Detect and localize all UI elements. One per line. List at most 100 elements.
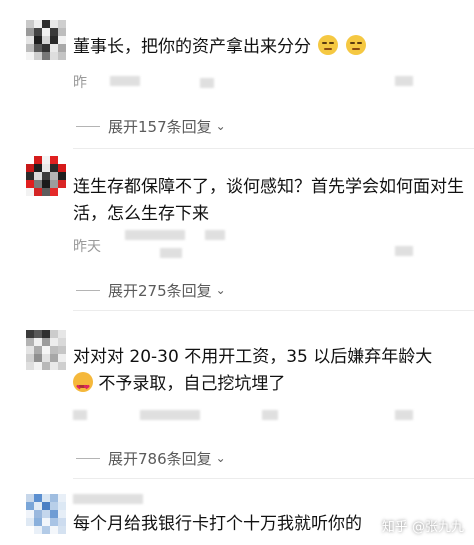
avatar-pixel bbox=[42, 180, 50, 188]
avatar-pixel bbox=[26, 354, 34, 362]
avatar-pixel bbox=[42, 44, 50, 52]
blurred-meta bbox=[140, 410, 200, 420]
avatar-pixel bbox=[26, 52, 34, 60]
avatar-pixel bbox=[42, 164, 50, 172]
divider bbox=[73, 310, 474, 311]
avatar-pixel bbox=[50, 338, 58, 346]
expand-replies-button[interactable]: 展开786条回复 ⌄ bbox=[76, 448, 226, 469]
avatar-pixel bbox=[34, 52, 42, 60]
avatar-pixel bbox=[42, 52, 50, 60]
expand-replies-label: 展开275条回复 bbox=[108, 282, 212, 300]
heart-eyes-emoji-icon bbox=[73, 372, 93, 401]
avatar-pixel bbox=[50, 44, 58, 52]
avatar-pixel bbox=[42, 526, 50, 534]
avatar-pixel bbox=[34, 180, 42, 188]
avatar-pixel bbox=[50, 36, 58, 44]
chevron-down-icon: ⌄ bbox=[215, 450, 226, 465]
expand-line bbox=[76, 458, 100, 459]
avatar-pixel bbox=[34, 156, 42, 164]
avatar-pixel bbox=[50, 28, 58, 36]
avatar-pixel bbox=[58, 36, 66, 44]
expand-replies-label: 展开786条回复 bbox=[108, 450, 212, 468]
avatar-pixel bbox=[50, 362, 58, 370]
avatar-pixel bbox=[58, 180, 66, 188]
avatar-pixel bbox=[26, 346, 34, 354]
blurred-meta bbox=[262, 410, 278, 420]
avatar-pixel bbox=[58, 156, 66, 164]
avatar-pixel bbox=[34, 330, 42, 338]
avatar-pixel bbox=[58, 494, 66, 502]
chevron-down-icon: ⌄ bbox=[215, 282, 226, 297]
avatar-pixel bbox=[34, 20, 42, 28]
avatar-pixel bbox=[50, 330, 58, 338]
comment-item: 连生存都保障不了，谈何感知？首先学会如何面对生活，怎么生存下来 昨天 展开275… bbox=[0, 150, 474, 300]
avatar-pixel bbox=[34, 354, 42, 362]
blurred-meta bbox=[125, 230, 185, 240]
expand-line bbox=[76, 126, 100, 127]
comment-item: 董事长，把你的资产拿出来分分 昨 展开157条回复 ⌄ bbox=[0, 0, 474, 140]
avatar-pixel bbox=[58, 330, 66, 338]
avatar-pixel bbox=[50, 526, 58, 534]
blurred-meta bbox=[110, 76, 140, 86]
comment-body-line-2: 不予录取，自己挖坑埋了 bbox=[73, 371, 465, 401]
avatar-pixel bbox=[42, 502, 50, 510]
avatar-pixel bbox=[50, 164, 58, 172]
avatar-pixel bbox=[42, 354, 50, 362]
avatar-pixel bbox=[26, 172, 34, 180]
blurred-meta bbox=[205, 230, 225, 240]
avatar-pixel bbox=[50, 494, 58, 502]
avatar-pixel bbox=[26, 518, 34, 526]
comment-body: 董事长，把你的资产拿出来分分 bbox=[73, 37, 311, 57]
avatar-pixel bbox=[42, 510, 50, 518]
avatar-pixel bbox=[58, 52, 66, 60]
avatar-pixel bbox=[34, 164, 42, 172]
avatar-pixel bbox=[58, 338, 66, 346]
avatar-pixel bbox=[58, 526, 66, 534]
comment-time: 昨 bbox=[73, 75, 87, 91]
blurred-meta bbox=[200, 78, 214, 88]
avatar-pixel bbox=[42, 338, 50, 346]
avatar-pixel bbox=[42, 362, 50, 370]
avatar[interactable] bbox=[26, 20, 66, 60]
avatar-pixel bbox=[58, 172, 66, 180]
expand-replies-button[interactable]: 展开275条回复 ⌄ bbox=[76, 280, 226, 301]
avatar-pixel bbox=[58, 44, 66, 52]
chevron-down-icon: ⌄ bbox=[215, 118, 226, 133]
avatar-pixel bbox=[50, 20, 58, 28]
avatar-pixel bbox=[42, 346, 50, 354]
avatar-pixel bbox=[34, 346, 42, 354]
avatar-pixel bbox=[42, 330, 50, 338]
avatar-pixel bbox=[58, 362, 66, 370]
avatar[interactable] bbox=[26, 494, 66, 534]
avatar-pixel bbox=[42, 20, 50, 28]
avatar-pixel bbox=[26, 330, 34, 338]
blurred-meta bbox=[395, 410, 413, 420]
avatar-pixel bbox=[50, 518, 58, 526]
divider bbox=[73, 148, 474, 149]
comment-text: 董事长，把你的资产拿出来分分 bbox=[73, 34, 465, 61]
avatar-pixel bbox=[34, 28, 42, 36]
avatar-pixel bbox=[58, 518, 66, 526]
blurred-meta bbox=[73, 410, 87, 420]
avatar-pixel bbox=[42, 36, 50, 44]
avatar-pixel bbox=[34, 502, 42, 510]
comment-item: 对对对 20-30 不用开工资，35 以后嫌弃年龄大 不予录取，自己挖坑埋了 展… bbox=[0, 312, 474, 472]
avatar[interactable] bbox=[26, 156, 66, 196]
comment-body-line-1: 对对对 20-30 不用开工资，35 以后嫌弃年龄大 bbox=[73, 347, 433, 367]
avatar[interactable] bbox=[26, 330, 66, 370]
blurred-meta bbox=[73, 494, 143, 504]
avatar-pixel bbox=[42, 494, 50, 502]
avatar-pixel bbox=[50, 346, 58, 354]
divider bbox=[73, 478, 474, 479]
avatar-pixel bbox=[26, 526, 34, 534]
expand-line bbox=[76, 290, 100, 291]
comment-item: 每个月给我银行卡打个十万我就听你的 bbox=[0, 480, 474, 545]
avatar-pixel bbox=[50, 502, 58, 510]
smirk-emoji-icon bbox=[318, 35, 339, 55]
avatar-pixel bbox=[42, 156, 50, 164]
avatar-pixel bbox=[34, 44, 42, 52]
avatar-pixel bbox=[50, 172, 58, 180]
expand-replies-button[interactable]: 展开157条回复 ⌄ bbox=[76, 116, 226, 137]
avatar-pixel bbox=[26, 156, 34, 164]
avatar-pixel bbox=[26, 36, 34, 44]
